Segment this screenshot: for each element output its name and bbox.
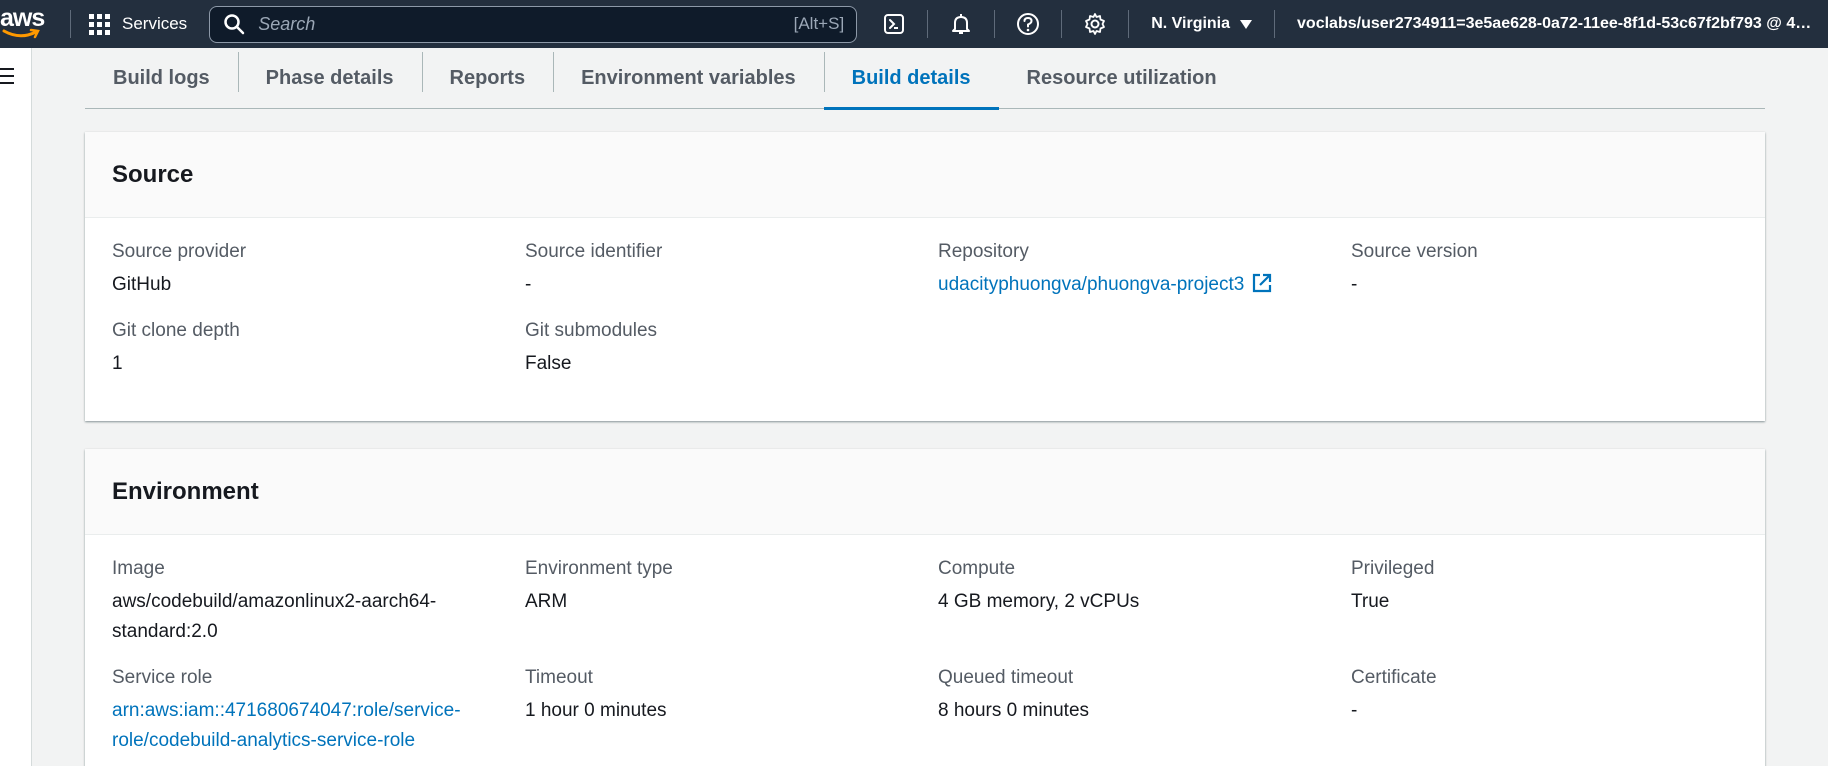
source-version-label: Source version	[1351, 241, 1478, 262]
certificate-value: -	[1351, 700, 1358, 721]
compute-label: Compute	[938, 558, 1016, 579]
repository-link-text[interactable]: udacityphuongva/phuongva-project3	[938, 274, 1244, 295]
timeout-field: Timeout 1 hour 0 minutes	[525, 666, 938, 756]
search-icon	[224, 14, 245, 35]
source-provider-field: Source provider GitHub	[112, 240, 525, 300]
environment-type-label: Environment type	[525, 558, 673, 579]
repository-link[interactable]: udacityphuongva/phuongva-project3	[938, 270, 1351, 300]
region-selector[interactable]: N. Virginia	[1129, 0, 1274, 48]
build-tabs: Build logs Phase details Reports Environ…	[85, 48, 1765, 110]
environment-panel-header: Environment	[85, 449, 1765, 535]
cloudshell-button[interactable]	[861, 0, 927, 48]
git-clone-depth-field: Git clone depth 1	[112, 319, 525, 379]
certificate-label: Certificate	[1351, 667, 1437, 688]
tab-environment-variables[interactable]: Environment variables	[553, 48, 824, 108]
source-panel: Source Source provider GitHub Source ide…	[85, 132, 1765, 421]
service-role-link[interactable]: arn:aws:iam::471680674047:role/service- …	[112, 696, 525, 756]
queued-timeout-value: 8 hours 0 minutes	[938, 700, 1090, 721]
aws-logo[interactable]: aws	[0, 0, 70, 48]
source-provider-label: Source provider	[112, 241, 247, 262]
tab-phase-details[interactable]: Phase details	[237, 48, 422, 108]
privileged-value: True	[1351, 591, 1390, 612]
image-label: Image	[112, 558, 165, 579]
services-label: Services	[122, 14, 188, 33]
tab-build-details[interactable]: Build details	[823, 48, 999, 110]
search-input[interactable]	[258, 13, 794, 35]
git-submodules-field: Git submodules False	[525, 319, 938, 379]
service-role-link-line-2[interactable]: role/codebuild-analytics-service-role	[112, 726, 525, 756]
region-label: N. Virginia	[1151, 15, 1231, 32]
services-menu-button[interactable]: Services	[71, 0, 201, 48]
compute-field: Compute 4 GB memory, 2 vCPUs	[938, 557, 1351, 647]
privileged-field: Privileged True	[1351, 557, 1764, 647]
top-navigation: aws Services [Alt+S]	[0, 0, 1828, 48]
repository-field: Repository udacityphuongva/phuongva-proj…	[938, 240, 1351, 300]
timeout-label: Timeout	[525, 667, 593, 688]
environment-type-value: ARM	[525, 591, 568, 612]
help-icon	[1017, 13, 1040, 35]
notifications-button[interactable]	[928, 0, 994, 48]
git-submodules-value: False	[525, 353, 572, 374]
source-identifier-field: Source identifier -	[525, 240, 938, 300]
timeout-value: 1 hour 0 minutes	[525, 700, 667, 721]
environment-details-grid: Image aws/codebuild/amazonlinux2-aarch64…	[85, 535, 1765, 766]
search-bar[interactable]: [Alt+S]	[209, 5, 858, 43]
search-shortcut-hint: [Alt+S]	[793, 14, 845, 33]
queued-timeout-label: Queued timeout	[938, 667, 1074, 688]
bell-icon	[952, 14, 971, 34]
hamburger-menu-icon[interactable]	[0, 68, 14, 84]
environment-type-field: Environment type ARM	[525, 557, 938, 647]
image-value-line-1: aws/codebuild/amazonlinux2-aarch64-	[112, 591, 437, 612]
caret-down-icon	[1240, 19, 1253, 29]
git-clone-depth-value: 1	[112, 353, 123, 374]
service-role-field: Service role arn:aws:iam::471680674047:r…	[112, 666, 525, 756]
source-title: Source	[112, 160, 194, 188]
image-value-line-2: standard:2.0	[112, 621, 218, 642]
source-version-field: Source version -	[1351, 240, 1764, 300]
environment-panel: Environment Image aws/codebuild/amazonli…	[85, 449, 1765, 766]
source-provider-value: GitHub	[112, 274, 172, 295]
external-link-icon[interactable]	[1252, 273, 1272, 293]
settings-button[interactable]	[1062, 0, 1128, 48]
account-menu[interactable]: voclabs/user2734911=3e5ae628-0a72-11ee-8…	[1275, 15, 1817, 33]
git-submodules-label: Git submodules	[525, 320, 658, 341]
environment-title: Environment	[112, 477, 259, 505]
source-details-grid: Source provider GitHub Source identifier…	[85, 218, 1765, 398]
compute-value: 4 GB memory, 2 vCPUs	[938, 591, 1140, 612]
certificate-field: Certificate -	[1351, 666, 1764, 756]
image-value: aws/codebuild/amazonlinux2-aarch64- stan…	[112, 587, 525, 647]
tab-reports[interactable]: Reports	[421, 48, 554, 108]
service-role-link-line-1[interactable]: arn:aws:iam::471680674047:role/service-	[112, 696, 525, 726]
gear-icon	[1085, 13, 1106, 35]
source-identifier-label: Source identifier	[525, 241, 663, 262]
services-grid-icon	[89, 13, 110, 35]
tab-build-logs[interactable]: Build logs	[85, 48, 238, 108]
source-panel-header: Source	[85, 132, 1765, 218]
queued-timeout-field: Queued timeout 8 hours 0 minutes	[938, 666, 1351, 756]
aws-smile-icon	[2, 28, 40, 39]
source-identifier-value: -	[525, 274, 532, 295]
git-clone-depth-label: Git clone depth	[112, 320, 240, 341]
source-version-value: -	[1351, 274, 1358, 295]
privileged-label: Privileged	[1351, 558, 1435, 579]
repository-label: Repository	[938, 241, 1029, 262]
help-button[interactable]	[995, 0, 1061, 48]
image-field: Image aws/codebuild/amazonlinux2-aarch64…	[112, 557, 525, 647]
side-navigation-rail	[0, 48, 32, 766]
service-role-label: Service role	[112, 667, 213, 688]
cloudshell-icon	[884, 14, 905, 34]
tab-resource-utilization[interactable]: Resource utilization	[999, 48, 1245, 108]
